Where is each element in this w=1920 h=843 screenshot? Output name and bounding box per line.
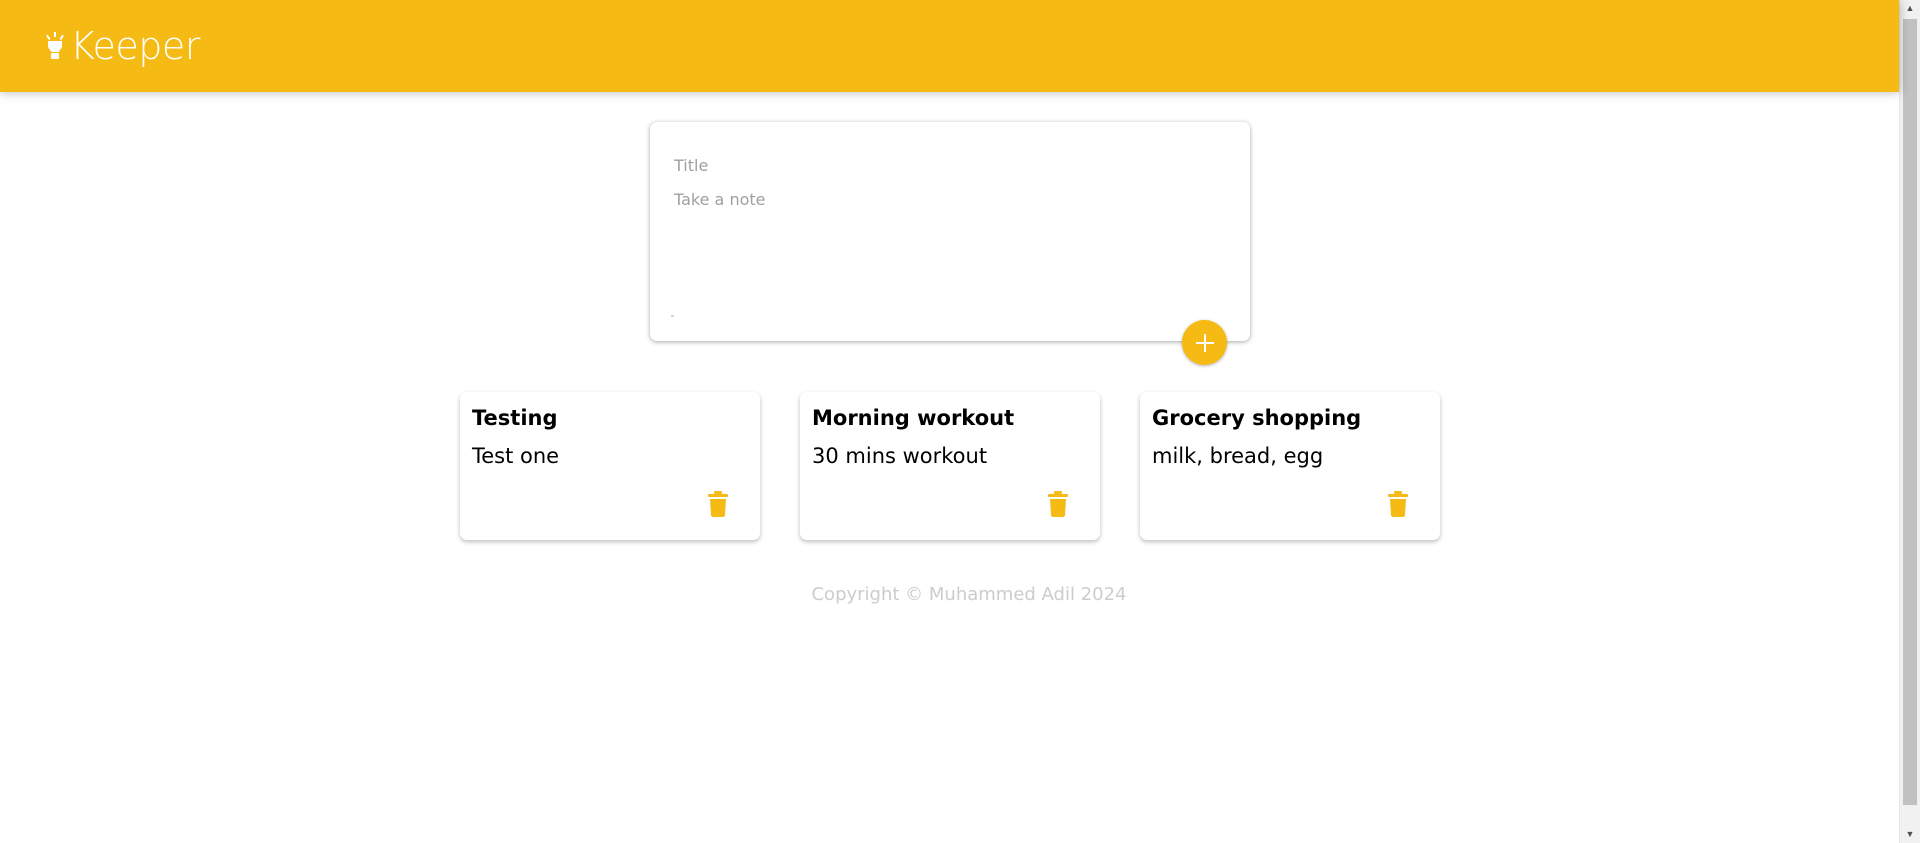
note-content: Test one xyxy=(472,444,560,468)
app-title: Keeper xyxy=(70,24,200,68)
add-note-button[interactable] xyxy=(1182,320,1227,365)
lightbulb-icon xyxy=(44,32,66,62)
plus-icon xyxy=(1182,332,1227,354)
note-card: Morning workout 30 mins workout xyxy=(800,392,1100,540)
note-title-input[interactable] xyxy=(674,152,1214,178)
note-content: milk, bread, egg xyxy=(1152,444,1324,468)
note-title: Testing xyxy=(472,406,558,430)
resize-handle[interactable] xyxy=(671,315,674,317)
delete-note-button[interactable] xyxy=(1386,490,1410,518)
keeper-app: Keeper Testing Test one xyxy=(0,0,1920,843)
scroll-thumb[interactable] xyxy=(1903,19,1917,805)
scroll-down-arrow-icon[interactable]: ▼ xyxy=(1900,826,1920,843)
trash-icon xyxy=(1386,491,1410,521)
brand: Keeper xyxy=(44,22,200,70)
app-header: Keeper xyxy=(0,0,1899,92)
note-content-textarea[interactable] xyxy=(674,190,1214,310)
vertical-scrollbar[interactable]: ▲ ▼ xyxy=(1899,0,1920,843)
create-note-form xyxy=(650,122,1250,341)
note-title: Grocery shopping xyxy=(1152,406,1362,430)
scroll-up-arrow-icon[interactable]: ▲ xyxy=(1900,0,1920,17)
note-title: Morning workout xyxy=(812,406,1015,430)
note-card: Testing Test one xyxy=(460,392,760,540)
delete-note-button[interactable] xyxy=(1046,490,1070,518)
delete-note-button[interactable] xyxy=(706,490,730,518)
note-card: Grocery shopping milk, bread, egg xyxy=(1140,392,1440,540)
trash-icon xyxy=(706,491,730,521)
footer-copyright: Copyright © Muhammed Adil 2024 xyxy=(811,584,1127,605)
note-content: 30 mins workout xyxy=(812,444,988,468)
trash-icon xyxy=(1046,491,1070,521)
